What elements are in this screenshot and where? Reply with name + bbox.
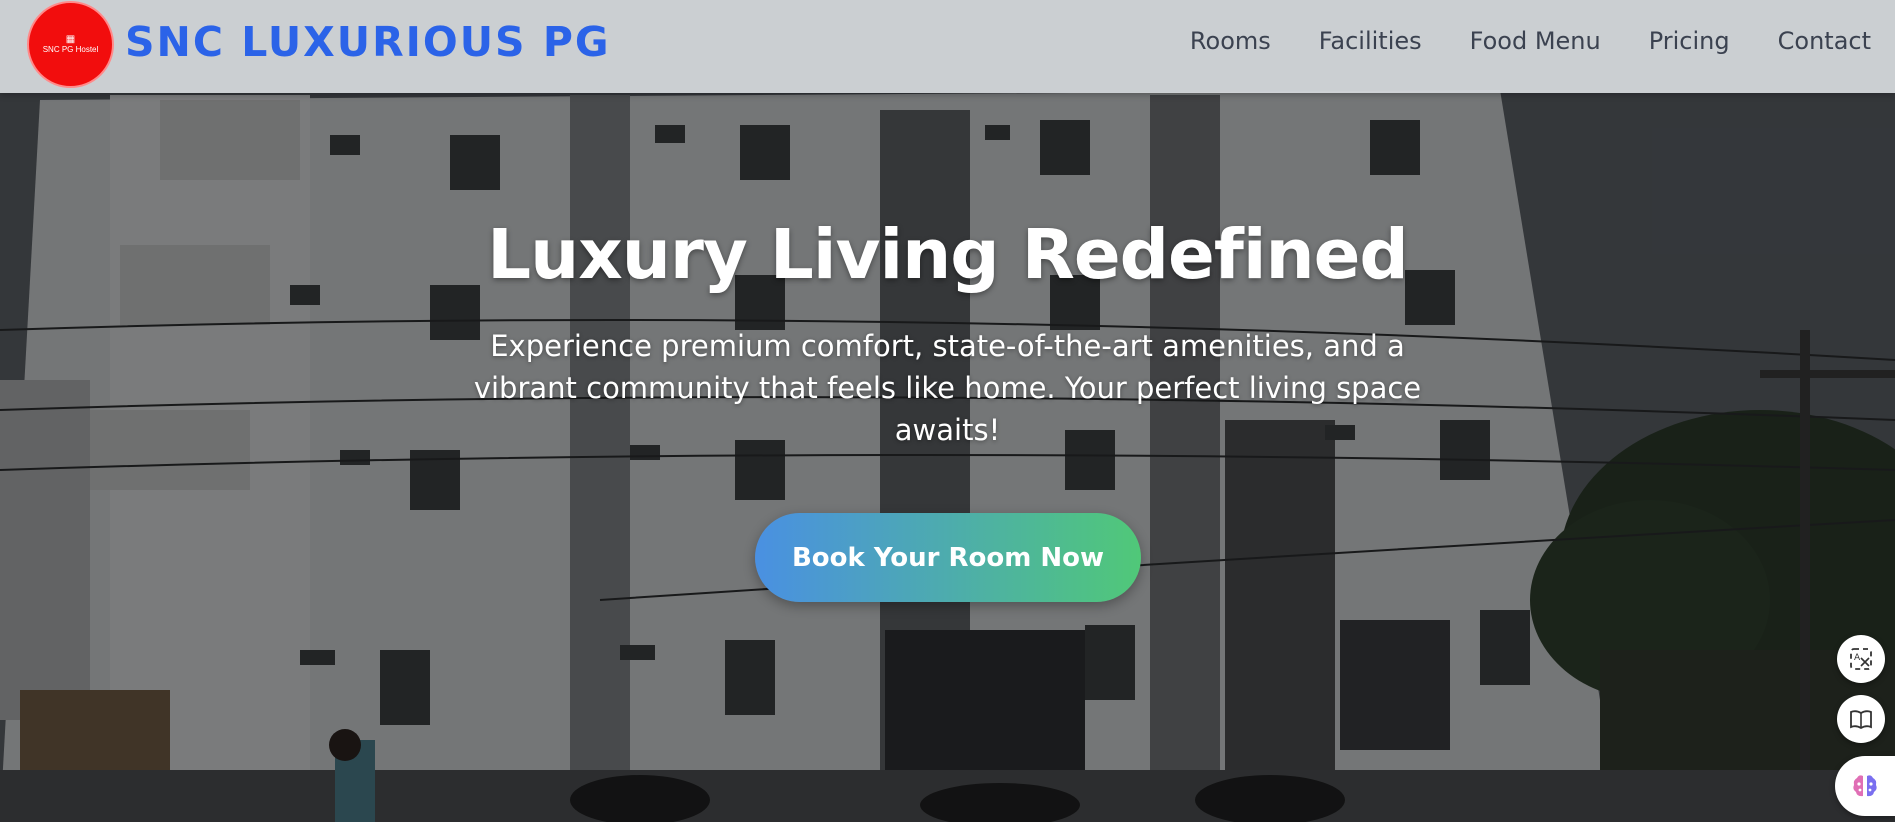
svg-text:A: A [1854,653,1861,663]
page: ▦ SNC PG Hostel SNC LUXURIOUS PG Rooms F… [0,0,1895,822]
navbar: ▦ SNC PG Hostel SNC LUXURIOUS PG Rooms F… [0,0,1895,93]
nav-links: Rooms Facilities Food Menu Pricing Conta… [1142,27,1871,55]
logo-text: SNC PG Hostel [42,44,99,54]
translate-icon: A [1850,648,1872,670]
logo[interactable]: ▦ SNC PG Hostel [27,1,114,88]
nav-link-pricing[interactable]: Pricing [1649,27,1730,55]
book-room-button[interactable]: Book Your Room Now [755,513,1141,602]
nav-link-contact[interactable]: Contact [1778,27,1871,55]
hero-subtitle: Experience premium comfort, state-of-the… [473,329,1422,447]
nav-link-food-menu[interactable]: Food Menu [1470,27,1601,55]
reader-button[interactable] [1837,695,1885,743]
nav-link-rooms[interactable]: Rooms [1190,27,1271,55]
translate-button[interactable]: A [1837,635,1885,683]
hero-title: Luxury Living Redefined [487,215,1409,295]
ai-brain-icon [1853,775,1877,797]
book-icon [1850,710,1872,730]
nav-link-facilities[interactable]: Facilities [1319,27,1422,55]
ai-assistant-button[interactable] [1835,756,1895,816]
brand-name[interactable]: SNC LUXURIOUS PG [125,18,611,66]
building-icon: ▦ [65,33,76,45]
